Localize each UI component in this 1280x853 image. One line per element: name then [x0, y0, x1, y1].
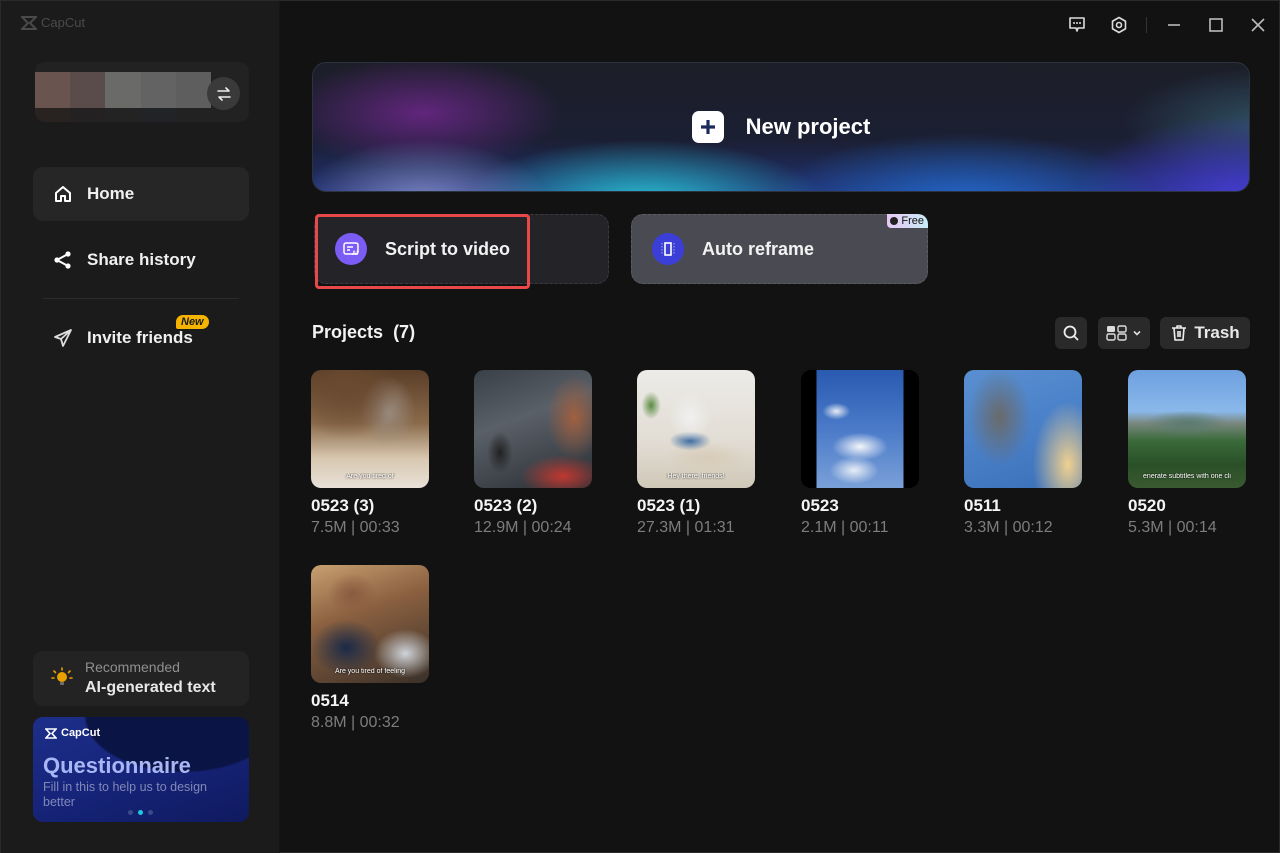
- project-meta: 27.3M | 01:31: [637, 519, 735, 536]
- grid-view-icon: [1106, 325, 1127, 341]
- view-mode-dropdown[interactable]: [1098, 317, 1150, 349]
- script-to-video-button[interactable]: AI Script to video: [314, 214, 609, 289]
- new-project-button[interactable]: New project: [312, 62, 1250, 192]
- reframe-icon-circle: [652, 233, 684, 265]
- plus-icon: [700, 120, 715, 134]
- questionnaire-banner[interactable]: CapCut Questionnaire Fill in this to hel…: [33, 717, 249, 822]
- search-projects-button[interactable]: [1055, 317, 1087, 349]
- project-name: 0523: [801, 496, 839, 515]
- minimize-icon: [1168, 24, 1180, 26]
- close-button[interactable]: [1237, 1, 1279, 49]
- app-logo: CapCut: [21, 15, 85, 30]
- capcut-window: CapCut Home Share history Invite friends…: [0, 0, 1280, 853]
- promo-subtitle: Fill in this to help us to design better: [43, 780, 207, 809]
- sidebar-item-label: Home: [87, 184, 135, 203]
- project-meta: 7.5M | 00:33: [311, 519, 400, 536]
- project-thumbnail[interactable]: [474, 370, 592, 488]
- sidebar-divider: [43, 298, 239, 299]
- trash-button[interactable]: Trash: [1160, 317, 1250, 349]
- sidebar-item-invite-friends[interactable]: Invite friends: [33, 311, 249, 365]
- sidebar-item-share-history[interactable]: Share history: [33, 233, 249, 287]
- close-icon: [1251, 18, 1265, 32]
- project-card[interactable]: Are you tired of 0523 (3) 7.5M | 00:33: [311, 370, 431, 537]
- app-name: CapCut: [41, 15, 86, 30]
- project-card[interactable]: 0511 3.3M | 00:12: [964, 370, 1084, 537]
- project-thumbnail[interactable]: Are you tired of: [311, 370, 429, 488]
- projects-count: (7): [393, 322, 416, 342]
- projects-heading: Projects (7): [312, 322, 416, 342]
- project-card[interactable]: Hey there, friends! 0523 (1) 27.3M | 01:…: [637, 370, 757, 537]
- project-thumbnail[interactable]: Hey there, friends!: [637, 370, 755, 488]
- lightbulb-icon: [51, 667, 73, 685]
- carousel-dot[interactable]: [148, 810, 153, 815]
- feedback-icon: [1069, 17, 1085, 32]
- maximize-button[interactable]: [1195, 1, 1237, 49]
- project-card[interactable]: enerate subtitles with one cli 0520 5.3M…: [1128, 370, 1248, 537]
- maximize-icon: [1209, 18, 1223, 32]
- project-name: 0511: [964, 496, 1001, 515]
- recommended-card[interactable]: Recommended AI-generated text: [33, 651, 249, 706]
- trash-icon: [1172, 325, 1187, 341]
- project-thumbnail[interactable]: enerate subtitles with one cli: [1128, 370, 1246, 488]
- sidebar-item-label: Share history: [87, 250, 196, 269]
- project-meta: 2.1M | 00:11: [801, 519, 889, 536]
- chevron-down-icon: [1133, 330, 1141, 336]
- sidebar-item-label: Invite friends: [87, 328, 193, 347]
- recommended-title: AI-generated text: [85, 679, 216, 696]
- feedback-button[interactable]: [1056, 1, 1098, 49]
- titlebar-controls: [1056, 1, 1279, 49]
- settings-button[interactable]: [1098, 1, 1140, 49]
- project-card[interactable]: 0523 2.1M | 00:11: [801, 370, 921, 537]
- capcut-logo-icon: [45, 727, 57, 739]
- project-card[interactable]: Are you tired of feeling 0514 8.8M | 00:…: [311, 565, 431, 732]
- capcut-logo-icon: [21, 15, 37, 30]
- new-badge: New: [176, 315, 209, 329]
- share-icon: [54, 251, 71, 269]
- settings-icon: [1111, 16, 1127, 34]
- feature-label: Auto reframe: [702, 238, 815, 259]
- project-thumbnail[interactable]: Are you tired of feeling: [311, 565, 429, 683]
- auto-reframe-button[interactable]: Auto reframe Free: [631, 214, 928, 284]
- recommended-caption: Recommended: [85, 659, 180, 675]
- sidebar-item-home[interactable]: Home: [33, 167, 249, 221]
- carousel-dot[interactable]: [128, 810, 133, 815]
- project-card[interactable]: 0523 (2) 12.9M | 00:24: [474, 370, 594, 537]
- free-badge: Free: [887, 214, 928, 228]
- switch-account-button[interactable]: [207, 77, 240, 110]
- promo-title: Questionnaire: [43, 753, 191, 778]
- carousel-dot-active[interactable]: [138, 810, 143, 815]
- project-meta: 5.3M | 00:14: [1128, 519, 1217, 536]
- account-avatar-blurred: [35, 72, 212, 108]
- carousel-dots: [128, 810, 153, 815]
- titlebar-separator: [1146, 17, 1147, 33]
- sidebar: CapCut Home Share history Invite friends…: [1, 1, 280, 853]
- project-name: 0523 (3): [311, 496, 375, 515]
- project-name: 0523 (1): [637, 496, 701, 515]
- reframe-icon: [661, 242, 675, 256]
- project-meta: 3.3M | 00:12: [964, 519, 1053, 536]
- minimize-button[interactable]: [1153, 1, 1195, 49]
- project-meta: 12.9M | 00:24: [474, 519, 572, 536]
- plus-icon-box: [691, 111, 724, 143]
- free-badge-icon: [890, 217, 899, 225]
- project-name: 0523 (2): [474, 496, 538, 515]
- project-thumbnail[interactable]: [964, 370, 1082, 488]
- project-thumbnail[interactable]: [801, 370, 919, 488]
- home-icon: [55, 186, 71, 202]
- project-meta: 8.8M | 00:32: [311, 714, 400, 731]
- send-icon: [54, 329, 72, 347]
- promo-logo: CapCut: [45, 727, 100, 739]
- project-name: 0520: [1128, 496, 1166, 515]
- swap-icon: [216, 86, 231, 101]
- highlight-box: [315, 214, 530, 289]
- search-icon: [1063, 325, 1079, 341]
- new-project-label: New project: [745, 114, 871, 139]
- project-name: 0514: [311, 691, 349, 710]
